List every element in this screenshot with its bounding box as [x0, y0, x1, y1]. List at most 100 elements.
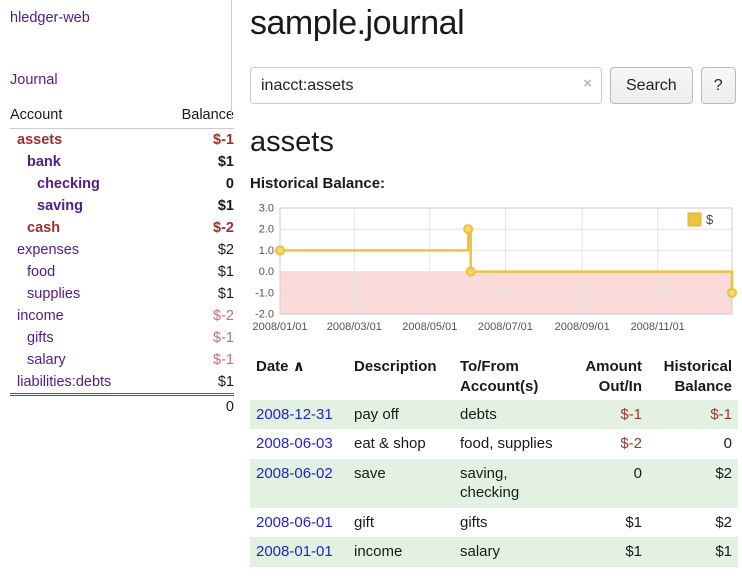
svg-text:2008/01/01: 2008/01/01 [252, 321, 307, 333]
account-link[interactable]: checking [37, 176, 100, 192]
account-link[interactable]: bank [27, 154, 61, 170]
accounts-header-line2: Account(s) [460, 377, 566, 397]
legend-label: $ [706, 212, 714, 227]
sort-ascending-icon: ∧ [293, 358, 305, 375]
legend-swatch [688, 213, 701, 226]
svg-text:3.0: 3.0 [259, 203, 274, 215]
description-header-label: Description [354, 357, 448, 377]
register-row[interactable]: 2008-06-01 giftgifts$1$2 [250, 508, 738, 538]
transaction-description: save [348, 459, 454, 508]
svg-text:-1.0: -1.0 [255, 287, 274, 299]
account-row: expenses $2 [10, 239, 234, 261]
amount-header-line1: Amount [578, 357, 642, 377]
svg-text:2.0: 2.0 [259, 224, 274, 236]
transaction-accounts: saving, checking [454, 459, 572, 508]
account-balance: $1 [158, 371, 234, 395]
register-header-balance[interactable]: Historical Balance [648, 355, 738, 400]
transaction-date-link[interactable]: 2008-12-31 [256, 406, 333, 423]
account-link[interactable]: liabilities:debts [17, 374, 111, 390]
account-heading: assets [250, 126, 738, 159]
account-row: saving $1 [10, 195, 234, 217]
transaction-amount: $1 [572, 537, 648, 567]
account-balance: $-2 [158, 305, 234, 327]
data-point-marker [467, 268, 475, 276]
transaction-balance: $2 [648, 459, 738, 508]
search-bar: × Search ? [250, 67, 738, 104]
account-link[interactable]: income [17, 308, 64, 324]
account-link[interactable]: assets [17, 132, 62, 148]
sidebar-item-journal[interactable]: Journal [10, 72, 234, 88]
transaction-balance: $1 [648, 537, 738, 567]
account-row: food $1 [10, 261, 234, 283]
account-row: gifts $-1 [10, 327, 234, 349]
register-row[interactable]: 2008-01-01incomesalary$1$1 [250, 537, 738, 567]
account-link[interactable]: gifts [27, 330, 54, 346]
transaction-balance: $2 [648, 508, 738, 538]
balance-header-line1: Historical [654, 357, 732, 377]
account-link[interactable]: saving [37, 198, 83, 214]
register-header-amount[interactable]: Amount Out/In [572, 355, 648, 400]
account-link[interactable]: expenses [17, 242, 79, 258]
transaction-accounts: food, supplies [454, 429, 572, 459]
accounts-table: Account Balance assets$-1bank$1checking0… [10, 104, 234, 418]
svg-text:2008/05/01: 2008/05/01 [402, 321, 457, 333]
transaction-amount: $1 [572, 508, 648, 538]
balance-header-line2: Balance [654, 377, 732, 397]
svg-text:0.0: 0.0 [259, 266, 274, 278]
account-link[interactable]: cash [27, 220, 60, 236]
account-link[interactable]: food [27, 264, 55, 280]
account-balance: $-1 [158, 327, 234, 349]
account-balance: $1 [158, 261, 234, 283]
transaction-accounts: salary [454, 537, 572, 567]
accounts-header-balance: Balance [158, 104, 234, 129]
transaction-balance: $-1 [648, 400, 738, 430]
accounts-total: 0 [158, 395, 234, 419]
account-balance: $2 [158, 239, 234, 261]
account-balance: $1 [158, 151, 234, 173]
account-link[interactable]: supplies [27, 286, 80, 302]
search-button[interactable]: Search [610, 67, 693, 104]
clear-search-icon[interactable]: × [583, 75, 592, 92]
amount-header-line2: Out/In [578, 377, 642, 397]
register-header-accounts[interactable]: To/From Account(s) [454, 355, 572, 400]
register-header-date[interactable]: Date ∧ [250, 355, 348, 400]
account-link[interactable]: salary [27, 352, 66, 368]
data-point-marker [464, 225, 472, 233]
account-row: checking 0 [10, 173, 234, 195]
register-header-description[interactable]: Description [348, 355, 454, 400]
account-row: cash$-2 [10, 217, 234, 239]
transaction-amount: $-1 [572, 400, 648, 430]
chart-legend: $ [688, 212, 714, 227]
search-input[interactable] [250, 67, 602, 104]
svg-text:2008/11/01: 2008/11/01 [631, 321, 685, 333]
account-row: income $-2 [10, 305, 234, 327]
transaction-date-link[interactable]: 2008-06-03 [256, 435, 333, 452]
account-balance: $-1 [158, 129, 234, 152]
transaction-description: pay off [348, 400, 454, 430]
register-row[interactable]: 2008-06-02savesaving, checking0$2 [250, 459, 738, 508]
register-row[interactable]: 2008-06-03eat & shopfood, supplies$-20 [250, 429, 738, 459]
account-row: assets $-1 [10, 129, 234, 152]
transaction-description: gift [348, 508, 454, 538]
date-header-label: Date [256, 358, 289, 375]
account-balance: 0 [158, 173, 234, 195]
transaction-date-link[interactable]: 2008-06-02 [256, 465, 333, 482]
account-row: supplies$1 [10, 283, 234, 305]
search-box: × [250, 67, 602, 104]
help-button[interactable]: ? [701, 67, 736, 104]
transaction-balance: 0 [648, 429, 738, 459]
balance-chart: 3.02.01.00.0-1.0-2.02008/01/012008/03/01… [250, 200, 738, 345]
page-title: sample.journal [250, 4, 738, 43]
register-row[interactable]: 2008-12-31pay offdebts$-1$-1 [250, 400, 738, 430]
app-title-link[interactable]: hledger-web [10, 10, 234, 26]
main-content: sample.journal × Search ? assets Histori… [240, 0, 742, 582]
account-balance: $1 [158, 195, 234, 217]
transaction-description: income [348, 537, 454, 567]
transaction-date-link[interactable]: 2008-06-01 [256, 514, 333, 531]
accounts-total-row: 0 [10, 395, 234, 419]
svg-text:2008/03/01: 2008/03/01 [327, 321, 382, 333]
transaction-accounts: gifts [454, 508, 572, 538]
chart-title: Historical Balance: [250, 175, 738, 192]
transaction-date-link[interactable]: 2008-01-01 [256, 543, 333, 560]
account-row: salary$-1 [10, 349, 234, 371]
